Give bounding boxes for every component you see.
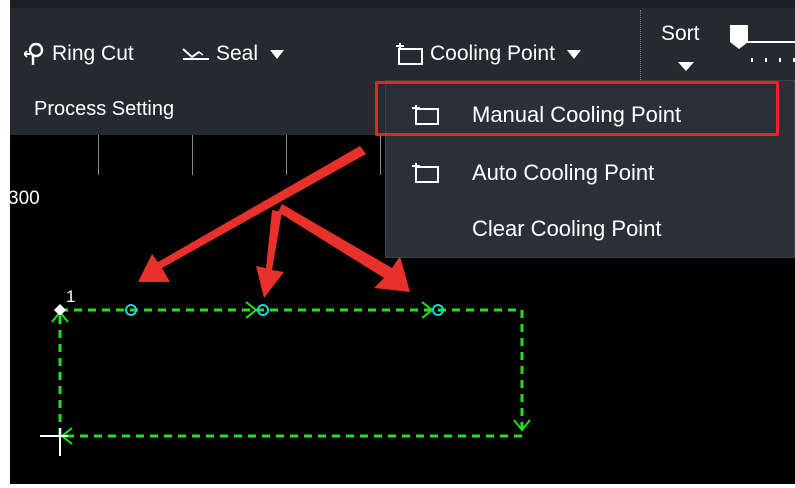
annotation-arrow xyxy=(138,146,366,282)
menu-item-label: Auto Cooling Point xyxy=(472,160,655,185)
menu-item-label: Manual Cooling Point xyxy=(472,102,682,127)
cad-app-window: Ring Cut Seal Cooling Point Sort Process… xyxy=(10,0,795,484)
menu-item-manual-cooling-point[interactable]: Manual Cooling Point xyxy=(386,87,795,143)
menu-item-clear-cooling-point[interactable]: Clear Cooling Point xyxy=(386,201,795,257)
menu-item-label: Clear Cooling Point xyxy=(472,216,662,241)
annotation-arrow xyxy=(256,210,284,298)
start-point-label: 1 xyxy=(66,287,75,306)
cooling-point-dropdown-menu: Manual Cooling Point Auto Cooling Point … xyxy=(385,80,795,258)
cut-path[interactable] xyxy=(58,308,524,438)
cooling-point-icon xyxy=(412,105,440,131)
origin-crosshair-icon xyxy=(40,428,68,456)
menu-item-auto-cooling-point[interactable]: Auto Cooling Point xyxy=(386,145,795,201)
start-point-marker[interactable] xyxy=(54,304,66,316)
annotation-arrows xyxy=(138,146,410,298)
cooling-point-icon xyxy=(412,163,440,189)
